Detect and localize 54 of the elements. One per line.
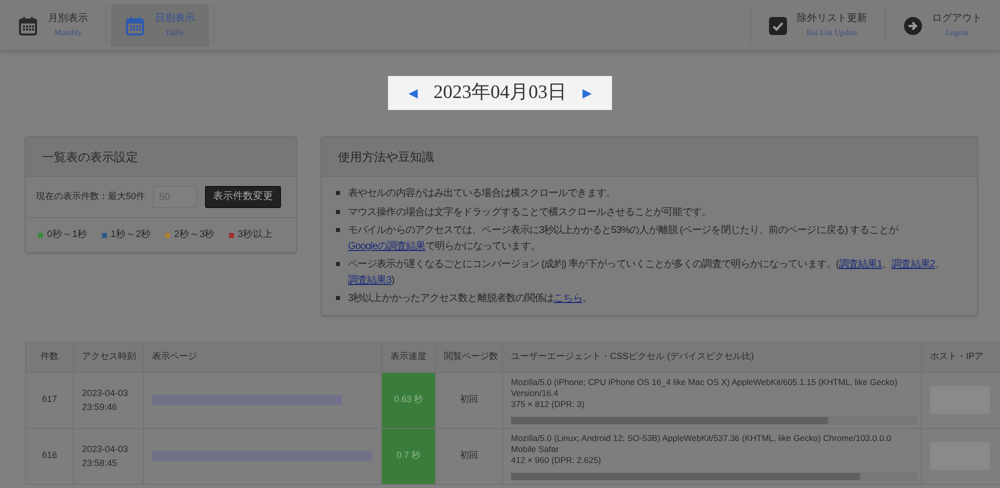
bullet-icon [336, 262, 340, 266]
next-day-link[interactable]: ▶ [582, 84, 592, 102]
column-header: 表示ページ [144, 342, 382, 372]
table-cell: 初回 [436, 372, 502, 428]
table-cell: 2023-04-03 23:58:45 [74, 428, 144, 484]
user-agent-text: Mozilla/5.0 (iPhone; CPU iPhone OS 16_4 like Mac OS X) AppleWebKit/605.1.15 (KHTML, like Gecko) Version/16.4 [511, 376, 898, 399]
calendar-icon [125, 16, 145, 36]
legend-label: 1秒～2秒 [110, 228, 152, 242]
tip-text: ページ表示が遅くなるごとにコンバージョン (成約) 率が下がっていくことが多くの調査で明らかになっています。(調査結果1、調査結果2、 調査結果3) [348, 258, 946, 288]
column-header: ユーザーエージェント・CSSピクセル (デバイスピクセル比) [502, 342, 922, 372]
display-count-label: 現在の表示件数：最大50件 [36, 190, 146, 204]
bullet-icon [336, 210, 340, 214]
table-cell: 2023-04-03 23:59:46 [74, 372, 144, 428]
screen-size-text: 375 × 812 (DPR: 3) [511, 398, 586, 410]
nav-item[interactable]: 月別表示 Monthly [4, 4, 102, 47]
bullet-icon [336, 191, 340, 195]
horizontal-scrollbar[interactable] [511, 416, 917, 425]
tip-link[interactable]: Googleの調査結果 [348, 240, 426, 252]
tip-link[interactable]: 調査結果1 [838, 259, 882, 270]
nav-item[interactable]: 除外リスト更新 Bot List Update [755, 4, 881, 47]
user-agent-text: Mozilla/5.0 (Linux; Android 12; SO-53B) AppleWebKit/537.36 (KHTML, like Gecko) Chrome/103.0.0.0 Mobile Safar [511, 432, 892, 455]
table-cell: 617 [26, 372, 74, 428]
calendar-icon [18, 16, 38, 36]
horizontal-scrollbar[interactable] [511, 472, 917, 481]
tip-text: マウス操作の場合は文字をドラッグすることで横スクロールさせることが可能です。 [348, 206, 711, 220]
table-cell: 初回 [436, 428, 502, 484]
tip-text: 3秒以上かかったアクセス数と離脱者数の関係はこちら。 [348, 292, 592, 306]
legend-label: 3秒以上 [238, 228, 274, 242]
bullet-icon [336, 228, 340, 232]
column-header: 表示速度 [382, 342, 436, 372]
panel-title: 使用方法や豆知識 [338, 148, 434, 166]
screen-size-text: 412 × 960 (DPR: 2.625) [511, 454, 602, 466]
arrow-circle-icon [904, 16, 922, 34]
tip-text: モバイルからのアクセスでは、ページ表示に3秒以上かかると53%の人が離脱 (ページを閉じたり、前のページに戻る) することが Googleの調査結果で明らかになっています。 [348, 224, 900, 254]
change-count-button[interactable]: 表示件数変更 [205, 186, 282, 208]
column-header: 閲覧ページ数 [436, 342, 502, 372]
column-header: アクセス時刻 [74, 342, 144, 372]
panel-title: 一覧表の表示設定 [42, 148, 138, 166]
checkbox-icon [769, 16, 787, 34]
table-cell: 616 [26, 428, 74, 484]
legend-label: 2秒～3秒 [174, 228, 215, 242]
date-label: 2023年04月03日 [434, 80, 566, 105]
tip-text: 表やセルの内容がはみ出ている場合は横スクロールできます。 [348, 186, 616, 201]
nav-item[interactable]: ログアウト Logout [890, 4, 996, 47]
previous-day-link[interactable]: ◀ [408, 84, 418, 102]
speed-cell: 0.7 秒 [382, 428, 436, 484]
tip-link[interactable]: こちら [554, 293, 582, 304]
speed-cell: 0.63 秒 [382, 372, 436, 428]
legend-label: 0秒～1秒 [47, 228, 88, 242]
bullet-icon [336, 296, 340, 300]
tip-link[interactable]: 調査結果2 [892, 259, 935, 270]
tip-link[interactable]: 調査結果3 [348, 274, 392, 286]
column-header: 件数 [26, 342, 74, 372]
column-header: ホスト・IPア [922, 342, 1000, 372]
